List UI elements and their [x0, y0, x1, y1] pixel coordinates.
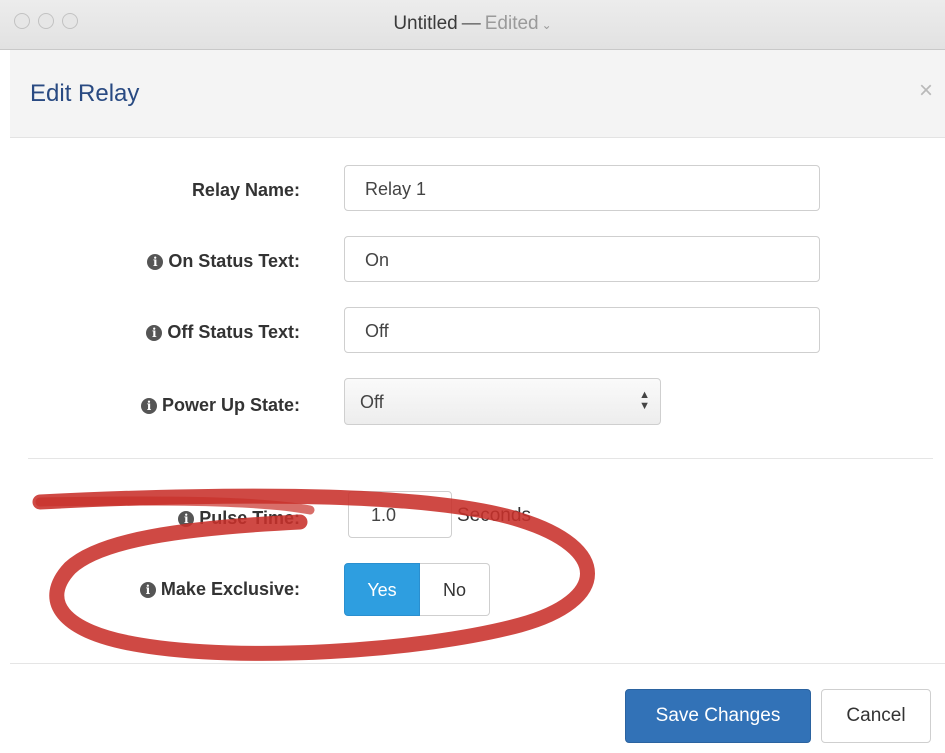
- power-up-state-label: i Power Up State:: [0, 395, 300, 416]
- window-titlebar: Untitled — Edited ⌄: [0, 0, 945, 50]
- save-changes-button[interactable]: Save Changes: [625, 689, 811, 743]
- cancel-button[interactable]: Cancel: [821, 689, 931, 743]
- document-title: Untitled: [393, 13, 458, 34]
- make-exclusive-no-button[interactable]: No: [420, 563, 490, 616]
- modal-title: Edit Relay: [30, 80, 140, 107]
- make-exclusive-label: i Make Exclusive:: [0, 579, 300, 600]
- relay-name-input[interactable]: Relay 1: [344, 165, 820, 211]
- info-icon[interactable]: i: [178, 511, 195, 527]
- make-exclusive-label-text: Make Exclusive:: [160, 579, 300, 599]
- make-exclusive-toggle: Yes No: [344, 563, 490, 616]
- off-status-text-input[interactable]: Off: [344, 307, 820, 353]
- chevron-down-icon[interactable]: ⌄: [542, 18, 552, 32]
- info-icon[interactable]: i: [146, 325, 163, 341]
- footer-divider: [10, 663, 945, 664]
- make-exclusive-yes-button[interactable]: Yes: [344, 563, 420, 616]
- off-status-text-label-text: Off Status Text:: [167, 322, 300, 342]
- relay-name-label-text: Relay Name:: [191, 180, 300, 200]
- on-status-text-label: i On Status Text:: [0, 251, 300, 272]
- power-up-state-label-text: Power Up State:: [161, 395, 300, 415]
- edited-status[interactable]: Edited: [485, 13, 539, 34]
- section-divider: [28, 458, 933, 459]
- on-status-text-input[interactable]: On: [344, 236, 820, 282]
- pulse-time-label: i Pulse Time:: [0, 508, 300, 529]
- close-icon[interactable]: ×: [919, 77, 933, 105]
- power-up-state-select[interactable]: Off ▲ ▼: [344, 378, 661, 425]
- info-icon[interactable]: i: [140, 398, 157, 414]
- pulse-time-label-text: Pulse Time:: [199, 508, 300, 528]
- title-separator: —: [461, 13, 481, 34]
- pulse-time-input[interactable]: 1.0: [348, 491, 452, 538]
- relay-name-label: Relay Name:: [0, 180, 300, 201]
- window-title: Untitled — Edited ⌄: [0, 13, 945, 35]
- on-status-text-label-text: On Status Text:: [168, 251, 300, 271]
- off-status-text-label: i Off Status Text:: [0, 322, 300, 343]
- pulse-time-unit: Seconds: [457, 505, 531, 526]
- modal-header: Edit Relay ×: [10, 50, 945, 138]
- info-icon[interactable]: i: [147, 254, 164, 270]
- info-icon[interactable]: i: [139, 582, 156, 598]
- power-up-state-value: Off: [360, 392, 384, 412]
- updown-chevron-icon: ▲ ▼: [639, 389, 650, 412]
